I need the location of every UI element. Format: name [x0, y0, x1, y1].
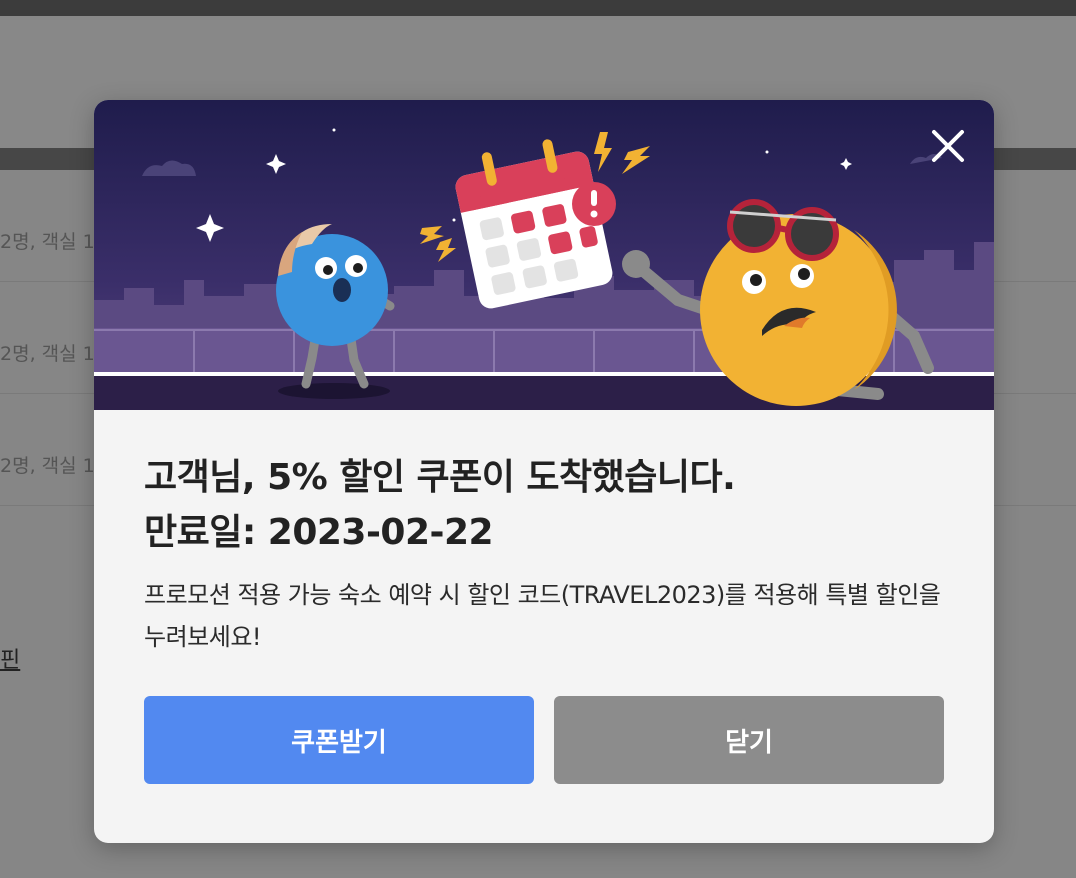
coupon-title-line: 고객님, 5% 할인 쿠폰이 도착했습니다.: [144, 457, 736, 498]
close-icon: [932, 130, 964, 162]
coupon-description: 프로모션 적용 가능 숙소 예약 시 할인 코드(TRAVEL2023)를 적용…: [144, 581, 941, 651]
coupon-title: 고객님, 5% 할인 쿠폰이 도착했습니다. 만료일: 2023-02-22: [144, 450, 944, 560]
get-coupon-button[interactable]: 쿠폰받기: [144, 696, 534, 784]
background-guest-info: 2명, 객실 1: [0, 343, 95, 365]
coupon-banner-illustration: [94, 100, 994, 410]
close-button[interactable]: [926, 124, 970, 168]
background-guest-info: 2명, 객실 1: [0, 231, 95, 253]
coupon-expiry: 만료일: 2023-02-22: [144, 512, 494, 553]
close-modal-button[interactable]: 닫기: [554, 696, 944, 784]
background-top-bar: [0, 0, 1076, 16]
coupon-modal: 고객님, 5% 할인 쿠폰이 도착했습니다. 만료일: 2023-02-22 프…: [94, 100, 994, 843]
background-guest-info: 2명, 객실 1: [0, 455, 95, 477]
background-link: 핀: [0, 648, 21, 673]
